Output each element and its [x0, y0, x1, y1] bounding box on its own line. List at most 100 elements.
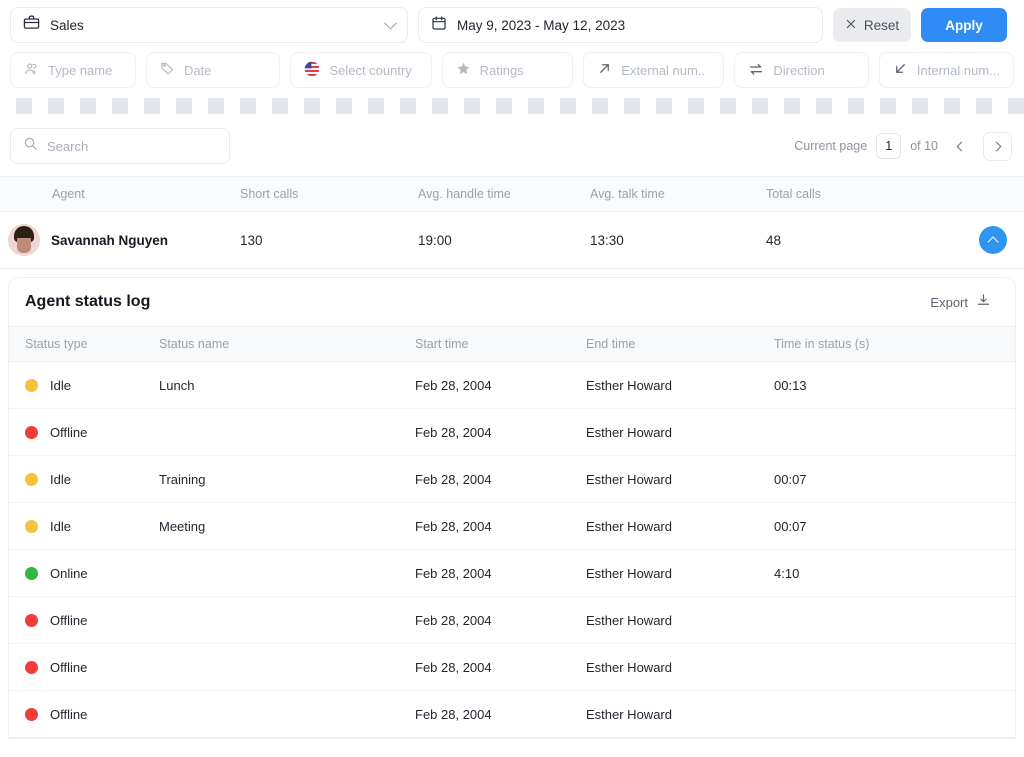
short-calls-value: 130: [240, 233, 418, 248]
start-time-cell: Feb 28, 2004: [415, 566, 586, 581]
report-content: Search Current page 1 of 10 Agent Short …: [0, 114, 1024, 739]
filter-chip-label: Internal num...: [917, 63, 1000, 78]
time-in-status-cell: 4:10: [774, 566, 954, 581]
current-page-value[interactable]: 1: [876, 133, 901, 159]
avg-talk-time-value: 13:30: [590, 233, 766, 248]
reset-button[interactable]: Reset: [833, 8, 911, 42]
export-label: Export: [930, 295, 968, 310]
close-icon: [845, 18, 857, 33]
status-type-cell: Offline: [9, 425, 159, 440]
filter-chip-external-number[interactable]: External num..: [583, 52, 724, 88]
status-type-label: Idle: [50, 472, 71, 487]
column-header-status-name: Status name: [159, 337, 415, 351]
start-time-cell: Feb 28, 2004: [415, 613, 586, 628]
end-time-cell: Esther Howard: [586, 660, 774, 675]
filter-toolbar: Sales May 9, 2023 - May 12, 2023 Reset A…: [0, 0, 1024, 44]
end-time-cell: Esther Howard: [586, 519, 774, 534]
download-icon: [976, 293, 991, 311]
status-type-label: Offline: [50, 707, 87, 722]
start-time-cell: Feb 28, 2004: [415, 378, 586, 393]
department-select[interactable]: Sales: [10, 7, 408, 43]
start-time-cell: Feb 28, 2004: [415, 660, 586, 675]
column-header-end-time: End time: [586, 337, 774, 351]
search-input[interactable]: Search: [10, 128, 230, 164]
prev-page-button[interactable]: [947, 133, 974, 160]
status-dot-icon: [25, 379, 38, 392]
total-pages-label: of 10: [910, 139, 938, 153]
filter-chip-direction[interactable]: Direction: [734, 52, 869, 88]
status-type-label: Offline: [50, 613, 87, 628]
reset-label: Reset: [864, 18, 899, 33]
status-type-label: Online: [50, 566, 88, 581]
filter-chip-date[interactable]: Date: [146, 52, 281, 88]
status-type-cell: Idle: [9, 378, 159, 393]
direction-arrows-icon: [748, 61, 764, 80]
filter-chip-ratings[interactable]: Ratings: [442, 52, 574, 88]
table-row[interactable]: OfflineFeb 28, 2004Esther Howard: [9, 597, 1015, 644]
department-value: Sales: [50, 18, 84, 33]
filter-chip-internal-number[interactable]: Internal num...: [879, 52, 1014, 88]
agent-cell: Savannah Nguyen: [0, 224, 240, 256]
filter-chip-label: Type name: [48, 63, 112, 78]
column-header-time-in-status: Time in status (s): [774, 337, 954, 351]
column-header-avg-talk-time: Avg. talk time: [590, 187, 766, 201]
date-range-picker[interactable]: May 9, 2023 - May 12, 2023: [418, 7, 823, 43]
start-time-cell: Feb 28, 2004: [415, 707, 586, 722]
status-name-cell: Meeting: [159, 519, 415, 534]
chevron-left-icon: [957, 141, 967, 151]
table-toolbar: Search Current page 1 of 10: [0, 114, 1024, 176]
apply-label: Apply: [945, 18, 983, 33]
table-row[interactable]: IdleLunchFeb 28, 2004Esther Howard00:13: [9, 362, 1015, 409]
status-dot-icon: [25, 708, 38, 721]
agent-status-log-card: Agent status log Export Status type Stat…: [8, 277, 1016, 739]
chevron-right-icon: [992, 141, 1002, 151]
table-row[interactable]: Offline Feb 28, 2004Esther Howard: [9, 644, 1015, 691]
column-header-short-calls: Short calls: [240, 187, 418, 201]
chevron-down-icon[interactable]: [384, 17, 397, 30]
table-row[interactable]: IdleTrainingFeb 28, 2004Esther Howard00:…: [9, 456, 1015, 503]
us-flag-icon: [304, 61, 320, 80]
end-time-cell: Esther Howard: [586, 566, 774, 581]
users-icon: [24, 61, 39, 79]
end-time-cell: Esther Howard: [586, 707, 774, 722]
date-range-value: May 9, 2023 - May 12, 2023: [457, 18, 625, 33]
table-row[interactable]: Savannah Nguyen 130 19:00 13:30 48: [0, 212, 1024, 269]
table-row[interactable]: Offline Feb 28, 2004Esther Howard: [9, 691, 1015, 738]
status-dot-icon: [25, 661, 38, 674]
pagination: Current page 1 of 10: [794, 132, 1012, 161]
status-type-label: Offline: [50, 660, 87, 675]
status-log-table-header: Status type Status name Start time End t…: [9, 326, 1015, 362]
status-type-label: Idle: [50, 519, 71, 534]
briefcase-icon: [23, 14, 40, 36]
status-dot-icon: [25, 520, 38, 533]
filter-chip-label: External num..: [621, 63, 705, 78]
avatar: [8, 224, 40, 256]
table-row[interactable]: OfflineFeb 28, 2004Esther Howard: [9, 409, 1015, 456]
status-name-cell: Lunch: [159, 378, 415, 393]
search-placeholder: Search: [47, 139, 88, 154]
arrow-up-right-icon: [597, 61, 612, 79]
table-row[interactable]: Online Feb 28, 2004Esther Howard4:10: [9, 550, 1015, 597]
next-page-button[interactable]: [983, 132, 1012, 161]
status-name-cell: Training: [159, 472, 415, 487]
transparency-divider: [0, 98, 1024, 114]
chevron-up-icon: [987, 236, 998, 247]
status-dot-icon: [25, 426, 38, 439]
collapse-row-button[interactable]: [979, 226, 1007, 254]
arrow-down-left-icon: [893, 61, 908, 79]
export-button[interactable]: Export: [924, 292, 997, 312]
filter-chip-label: Direction: [773, 63, 824, 78]
time-in-status-cell: 00:13: [774, 378, 954, 393]
apply-button[interactable]: Apply: [921, 8, 1007, 42]
filter-chip-type-name[interactable]: Type name: [10, 52, 136, 88]
status-dot-icon: [25, 567, 38, 580]
filter-chip-label: Select country: [329, 63, 411, 78]
table-row[interactable]: IdleMeetingFeb 28, 2004Esther Howard00:0…: [9, 503, 1015, 550]
time-in-status-cell: 00:07: [774, 472, 954, 487]
filter-chip-label: Date: [184, 63, 211, 78]
end-time-cell: Esther Howard: [586, 425, 774, 440]
status-type-cell: Offline: [9, 660, 159, 675]
start-time-cell: Feb 28, 2004: [415, 472, 586, 487]
filter-chip-select-country[interactable]: Select country: [290, 52, 431, 88]
status-dot-icon: [25, 614, 38, 627]
